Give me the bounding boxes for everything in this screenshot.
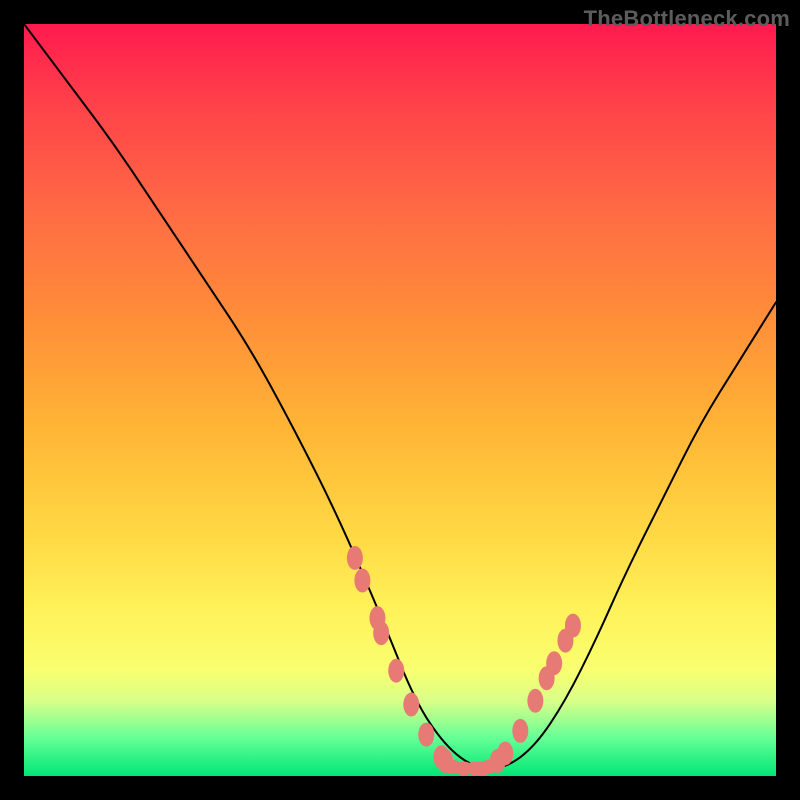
bead xyxy=(546,651,562,675)
bead-cluster-bottom xyxy=(444,759,500,775)
bead xyxy=(418,723,434,747)
bead xyxy=(527,689,543,713)
curve-line xyxy=(24,24,776,768)
bead xyxy=(403,693,419,717)
bead xyxy=(565,614,581,638)
chart-svg xyxy=(24,24,776,776)
bead xyxy=(497,741,513,765)
bead xyxy=(347,546,363,570)
chart-frame xyxy=(24,24,776,776)
bead xyxy=(481,759,499,773)
bead xyxy=(388,659,404,683)
watermark-label: TheBottleneck.com xyxy=(584,6,790,32)
bead-cluster-left xyxy=(347,546,453,773)
bead xyxy=(512,719,528,743)
bead-cluster-right xyxy=(490,614,581,773)
bead xyxy=(373,621,389,645)
bead xyxy=(354,568,370,592)
